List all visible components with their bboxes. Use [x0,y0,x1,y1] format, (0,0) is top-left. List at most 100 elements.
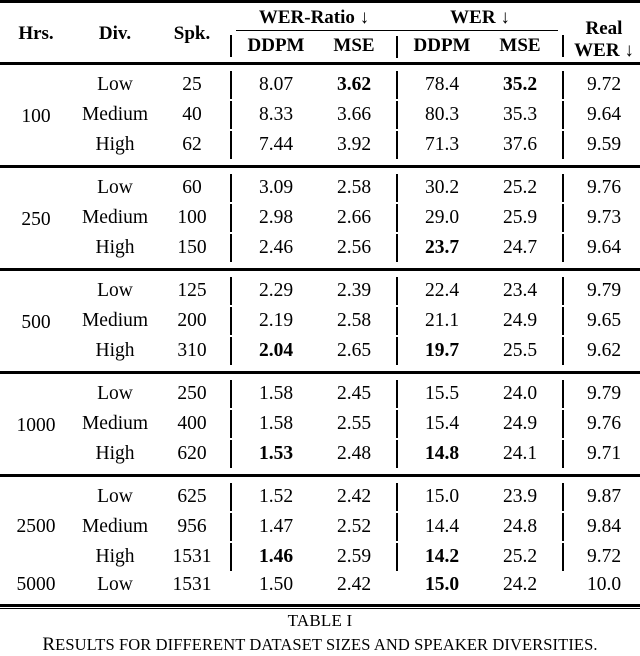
cell-wer-mse: 24.0 [502,382,538,404]
col-header-spk: Spk. [173,23,211,44]
cell-hrs: 1000 [16,415,56,437]
cell-spk: 60 [182,176,202,198]
cell-real-wer: 9.84 [586,515,622,537]
row-separator-1 [226,130,236,167]
cell-wer-ddpm: 19.7 [424,339,460,361]
row-separator-3 [558,233,568,270]
table-row: High 1531 1.46 2.59 14.2 25.2 9.72 [0,542,640,572]
cell-hrs: 500 [21,312,51,334]
cell-wer-ddpm: 22.4 [424,279,460,301]
cell-wer-ratio-mse: 2.65 [336,339,372,361]
cell-wer-ratio-ddpm: 1.58 [258,412,294,434]
cell-real-wer: 9.64 [586,236,622,258]
cell-wer-ratio-ddpm: 8.07 [258,73,294,95]
cell-spk: 625 [177,485,207,507]
row-separator-2 [392,336,402,373]
table-figure: Hrs. Div. Spk. WER-Ratio ↓ WER ↓ Real WE… [0,0,640,655]
caption-subtitle: RESULTS FOR DIFFERENT DATASET SIZES AND … [0,631,640,656]
cell-wer-ddpm: 21.1 [424,309,460,331]
row-separator-3 [558,130,568,167]
cell-spk: 62 [182,133,202,155]
cell-wer-ddpm: 14.8 [424,442,460,464]
cell-wer-ratio-ddpm: 2.29 [258,279,294,301]
cell-hrs: 250 [21,209,51,231]
row-separator-1 [226,542,236,572]
cell-real-wer: 9.62 [586,339,622,361]
cell-div: High [95,545,135,567]
row-separator-1 [226,336,236,373]
cell-div: High [95,339,135,361]
caption-subtitle-initial: R [42,633,56,655]
cell-wer-ratio-ddpm: 2.98 [258,206,294,228]
row-separator-1 [226,439,236,476]
col-header-mse-ratio: MSE [333,35,375,56]
table-header-group-row: Hrs. Div. Spk. WER-Ratio ↓ WER ↓ Real WE… [0,3,640,61]
cell-wer-mse: 25.5 [502,339,538,361]
cell-wer-ratio-mse: 3.92 [336,133,372,155]
cell-wer-mse: 23.9 [502,485,538,507]
cell-wer-ratio-mse: 2.42 [336,574,372,595]
cell-wer-ratio-mse: 2.58 [336,309,372,331]
table-row: High 310 2.04 2.65 19.7 25.5 9.62 [0,336,640,373]
cell-wer-ratio-ddpm: 1.46 [258,545,294,567]
cell-wer-mse: 24.8 [502,515,538,537]
row-separator-3 [558,203,568,233]
cell-wer-ratio-ddpm: 1.53 [258,442,294,464]
cell-spk: 200 [177,309,207,331]
cell-wer-mse: 24.9 [502,412,538,434]
row-separator-2 [392,439,402,476]
cell-real-wer: 9.76 [586,176,622,198]
cell-wer-mse: 35.2 [502,73,538,95]
table-row: 250 Low 60 3.09 2.58 30.2 25.2 9.76 [0,168,640,230]
cell-wer-ratio-mse: 2.55 [336,412,372,434]
table-row: 5000 Low 1531 1.50 2.42 15.0 24.2 10.0 [0,572,640,605]
row-separator-1 [226,477,236,512]
row-separator-3 [558,512,568,542]
cell-wer-ddpm: 30.2 [424,176,460,198]
cell-wer-mse: 35.3 [502,103,538,125]
cell-wer-mse: 24.9 [502,309,538,331]
table-row: Medium 100 2.98 2.66 29.0 25.9 9.73 [0,203,640,233]
row-separator-2 [392,409,402,439]
table-row: Medium 40 8.33 3.66 80.3 35.3 9.64 [0,100,640,130]
cell-wer-ratio-mse: 2.66 [336,206,372,228]
cell-hrs: 5000 [16,574,56,595]
row-separator-3 [558,477,568,512]
table-row: 500 Low 125 2.29 2.39 22.4 23.4 9.79 [0,271,640,333]
cell-div: High [95,442,135,464]
row-separator-3 [558,100,568,130]
row-separator-2 [392,477,402,512]
caption-title: TABLE I [287,610,353,630]
header-separator-3 [558,31,568,64]
row-separator-2 [392,512,402,542]
cell-wer-ratio-mse: 2.48 [336,442,372,464]
cell-div: Medium [81,206,149,228]
row-separator-1 [226,512,236,542]
cell-div: Low [97,382,133,404]
cell-div: Medium [81,309,149,331]
cell-wer-ratio-mse: 2.52 [336,515,372,537]
cell-real-wer: 9.79 [586,279,622,301]
cell-spk: 25 [182,73,202,95]
cell-wer-mse: 37.6 [502,133,538,155]
cell-wer-ddpm: 15.5 [424,382,460,404]
cell-wer-ratio-mse: 2.42 [336,485,372,507]
cell-real-wer: 9.72 [586,545,622,567]
table-caption: TABLE I RESULTS FOR DIFFERENT DATASET SI… [0,609,640,656]
col-header-hrs: Hrs. [18,23,54,44]
cell-wer-mse: 23.4 [502,279,538,301]
table-row: 100 Low 25 8.07 3.62 78.4 35.2 9.72 [0,65,640,127]
cell-hrs: 2500 [16,515,56,537]
row-separator-2 [392,306,402,336]
row-separator-2 [392,572,402,605]
cell-div: Low [97,485,133,507]
cell-wer-ratio-ddpm: 1.47 [258,515,294,537]
cell-div: Low [97,73,133,95]
row-separator-1 [226,374,236,409]
cell-wer-ratio-mse: 3.62 [336,73,372,95]
cell-wer-ratio-ddpm: 1.52 [258,485,294,507]
row-separator-2 [392,100,402,130]
table-row: 2500 Low 625 1.52 2.42 15.0 23.9 9.87 [0,477,640,537]
cell-real-wer: 9.72 [586,73,622,95]
cell-spk: 125 [177,279,207,301]
